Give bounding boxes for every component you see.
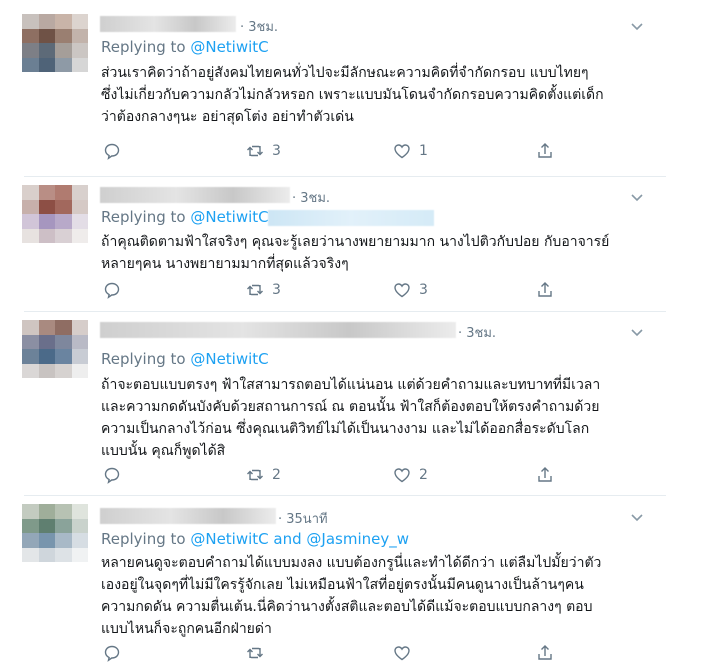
tweet-text-line: แบบนั้น คุณก็พูดได้สิ bbox=[101, 443, 226, 459]
replying-to: Replying to @NetiwitC bbox=[101, 208, 269, 226]
like-count: 2 bbox=[419, 467, 428, 483]
share-button[interactable] bbox=[536, 466, 554, 484]
blurred-mentions[interactable] bbox=[268, 210, 434, 226]
chevron-down-icon[interactable] bbox=[630, 325, 644, 339]
tweet-text: หลายคนดูจะตอบคำถามได้แบบมงลง แบบต้องกรูน… bbox=[101, 552, 653, 640]
retweet-icon bbox=[247, 284, 263, 296]
replying-to: Replying to @NetiwitC bbox=[101, 350, 269, 368]
reply-button[interactable] bbox=[103, 644, 121, 662]
retweet-count: 2 bbox=[272, 467, 281, 483]
reply-button[interactable] bbox=[103, 281, 121, 299]
like-count: 3 bbox=[419, 282, 428, 298]
reply-icon bbox=[104, 282, 120, 299]
reply-button[interactable] bbox=[103, 142, 121, 160]
avatar[interactable] bbox=[22, 14, 88, 72]
replying-prefix: Replying to bbox=[101, 208, 191, 226]
tweet-text-line: ว่าต้องกลางๆนะ อย่าสุดโต่ง อย่าทำตัวเด่น bbox=[101, 109, 354, 125]
tweet-3[interactable]: · 3ชม. Replying to @NetiwitC ถ้าจะตอบแบบ… bbox=[0, 312, 666, 495]
tweet-actions: 3 1 bbox=[100, 142, 580, 162]
replying-to: Replying to @NetiwitC and @Jasminey_w bbox=[101, 530, 409, 548]
retweet-count: 3 bbox=[272, 143, 281, 159]
tweet-text: ส่วนเราคิดว่าถ้าอยู่สังคมไทยคนทั่วไปจะมี… bbox=[101, 62, 653, 128]
blurred-username[interactable] bbox=[100, 508, 276, 524]
like-icon bbox=[394, 646, 410, 661]
share-icon bbox=[538, 645, 552, 660]
blurred-username[interactable] bbox=[100, 322, 456, 338]
tweet-text-line: ความกดดัน ความตื่นเต้น.นี่คิดว่านางตั้งส… bbox=[101, 599, 593, 615]
tweet-2[interactable]: · 3ชม. Replying to @NetiwitC ถ้าคุณติดตา… bbox=[0, 177, 666, 311]
tweet-timestamp[interactable]: · 3ชม. bbox=[240, 16, 278, 37]
like-button[interactable]: 1 bbox=[393, 142, 428, 160]
replying-prefix: Replying to bbox=[101, 38, 191, 56]
tweet-timestamp[interactable]: · 3ชม. bbox=[458, 322, 496, 343]
like-count: 1 bbox=[419, 143, 428, 159]
tweet-text-line: ซึ่งไม่เกี่ยวกับความกลัวไม่กลัวหรอก เพรา… bbox=[101, 87, 604, 103]
tweet-actions: 2 2 bbox=[100, 466, 580, 486]
tweet-text-line: ถ้าคุณติดตามฟ้าใสจริงๆ คุณจะรู้เลยว่านาง… bbox=[101, 234, 610, 250]
retweet-icon bbox=[247, 469, 263, 481]
tweet-text-line: ถ้าจะตอบแบบตรงๆ ฟ้าใสสามารถตอบได้แน่นอน … bbox=[101, 377, 601, 393]
reply-handle-link[interactable]: @NetiwitC bbox=[190, 208, 268, 226]
tweet-text-line: หลายๆคน นางพยายามมากที่สุดแล้วจริงๆ bbox=[101, 256, 349, 272]
like-icon bbox=[394, 283, 410, 298]
avatar[interactable] bbox=[22, 320, 88, 378]
replying-prefix: Replying to bbox=[101, 350, 191, 368]
reply-button[interactable] bbox=[103, 466, 121, 484]
like-icon bbox=[394, 468, 410, 483]
tweet-4[interactable]: · 35นาที Replying to @NetiwitC and @Jasm… bbox=[0, 496, 666, 664]
tweet-timestamp[interactable]: · 3ชม. bbox=[292, 187, 330, 208]
reply-handle-link[interactable]: @NetiwitC bbox=[190, 350, 268, 368]
reply-extra-handles[interactable]: and @Jasminey_w bbox=[269, 530, 409, 548]
retweet-icon bbox=[247, 145, 263, 157]
tweet-1[interactable]: · 3ชม. Replying to @NetiwitC ส่วนเราคิดว… bbox=[0, 0, 666, 176]
tweet-text-line: แบบไหนก็จะถูกคนอีกฝ่ายด่า bbox=[101, 621, 272, 637]
share-icon bbox=[538, 282, 552, 297]
retweet-button[interactable]: 3 bbox=[246, 281, 281, 299]
share-button[interactable] bbox=[536, 142, 554, 160]
like-button[interactable]: 2 bbox=[393, 466, 428, 484]
chevron-down-icon[interactable] bbox=[630, 510, 644, 524]
reply-handle-link[interactable]: @NetiwitC bbox=[190, 530, 268, 548]
replying-prefix: Replying to bbox=[101, 530, 191, 548]
retweet-button[interactable]: 3 bbox=[246, 142, 281, 160]
replying-to: Replying to @NetiwitC bbox=[101, 38, 269, 56]
blurred-username[interactable] bbox=[100, 16, 236, 32]
tweet-text-line: ความเป็นกลางไว้ก่อน ซึ่งคุณเนติวิทย์ไม่ไ… bbox=[101, 421, 590, 437]
reply-icon bbox=[104, 645, 120, 662]
retweet-count: 3 bbox=[272, 282, 281, 298]
tweet-text-line: ส่วนเราคิดว่าถ้าอยู่สังคมไทยคนทั่วไปจะมี… bbox=[101, 65, 589, 81]
avatar[interactable] bbox=[22, 504, 88, 562]
tweet-actions: 3 3 bbox=[100, 281, 580, 301]
chevron-down-icon[interactable] bbox=[630, 190, 644, 204]
retweet-button[interactable] bbox=[246, 644, 272, 662]
retweet-button[interactable]: 2 bbox=[246, 466, 281, 484]
chevron-down-icon[interactable] bbox=[630, 19, 644, 33]
tweet-actions bbox=[100, 644, 580, 664]
share-icon bbox=[538, 143, 552, 158]
share-button[interactable] bbox=[536, 644, 554, 662]
reply-handle-link[interactable]: @NetiwitC bbox=[190, 38, 268, 56]
tweet-timestamp[interactable]: · 35นาที bbox=[278, 508, 328, 529]
reply-icon bbox=[104, 143, 120, 160]
reply-thread: · 3ชม. Replying to @NetiwitC ส่วนเราคิดว… bbox=[0, 0, 690, 664]
like-button[interactable] bbox=[393, 644, 419, 662]
reply-icon bbox=[104, 467, 120, 484]
tweet-text-line: และความกดดันบังคับด้วยสถานการณ์ ณ ตอนนั้… bbox=[101, 399, 600, 415]
tweet-text: ถ้าจะตอบแบบตรงๆ ฟ้าใสสามารถตอบได้แน่นอน … bbox=[101, 374, 653, 462]
tweet-text-line: หลายคนดูจะตอบคำถามได้แบบมงลง แบบต้องกรูน… bbox=[101, 555, 602, 571]
tweet-text-line: เองอยู่ในจุดๆที่ไม่มีใครรู้จักเลย ไม่เหม… bbox=[101, 577, 584, 593]
tweet-text: ถ้าคุณติดตามฟ้าใสจริงๆ คุณจะรู้เลยว่านาง… bbox=[101, 231, 653, 275]
like-button[interactable]: 3 bbox=[393, 281, 428, 299]
retweet-icon bbox=[247, 647, 263, 659]
blurred-username[interactable] bbox=[100, 187, 290, 203]
share-button[interactable] bbox=[536, 281, 554, 299]
like-icon bbox=[394, 144, 410, 159]
share-icon bbox=[538, 467, 552, 482]
scrollbar-track[interactable] bbox=[700, 0, 719, 664]
avatar[interactable] bbox=[22, 185, 88, 243]
